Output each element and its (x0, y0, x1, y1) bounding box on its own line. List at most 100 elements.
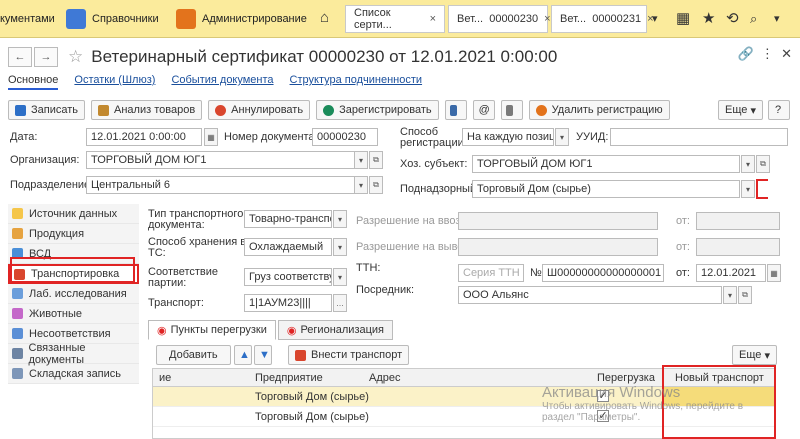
nav-lab[interactable]: Лаб. исследования (8, 284, 139, 304)
link-events[interactable]: События документа (171, 74, 273, 90)
podn-input[interactable]: Торговый Дом (сырье) (472, 180, 740, 198)
linked-docs-icon (12, 348, 23, 359)
open-icon[interactable]: ⧉ (369, 151, 383, 169)
close-icon[interactable]: ✕ (781, 46, 792, 61)
at-icon: @ (478, 104, 490, 116)
favorite-star-icon[interactable]: ☆ (68, 47, 83, 67)
storage-select[interactable]: Охлаждаемый (244, 238, 332, 256)
date-input[interactable]: 12.01.2021 0:00:00 (86, 128, 202, 146)
agent-input[interactable]: ООО Альянс (458, 286, 722, 304)
location-icon: ◉ (286, 324, 297, 337)
open-icon[interactable]: ⧉ (369, 176, 383, 194)
search-icon[interactable]: ⌕ (750, 11, 757, 27)
more-label: Еще (725, 104, 748, 116)
more-vertical-icon[interactable]: ⋮ (761, 46, 774, 61)
cancel-icon (215, 104, 227, 116)
printer-icon (505, 104, 513, 116)
delete-registration-button[interactable]: Удалить регистрацию (528, 100, 670, 120)
nav-label: Связанные документы (28, 341, 86, 366)
help-button[interactable]: ? (768, 100, 790, 120)
tab-regionalization[interactable]: ◉ Регионализация (277, 320, 394, 340)
section-documents[interactable]: кументами (0, 0, 55, 38)
chevron-down-icon[interactable]: ▾ (354, 151, 368, 169)
link-structure[interactable]: Структура подчиненности (290, 74, 423, 90)
nav-related-docs[interactable]: Связанные документы (8, 341, 139, 366)
div-input[interactable]: Центральный 6 (86, 176, 362, 194)
more-button[interactable]: Еще ▾ (718, 100, 763, 120)
ttn-from-label: от: (676, 267, 690, 279)
lab-icon (12, 288, 23, 299)
section-admin[interactable]: Администрирование (176, 0, 307, 38)
import-from-label: от: (676, 215, 690, 227)
chevron-down-icon[interactable]: ▾ (333, 238, 347, 256)
div-label: Подразделение: (10, 179, 94, 191)
history-icon[interactable]: ⟲ (726, 9, 739, 27)
forward-button[interactable]: → (34, 47, 58, 67)
chevron-down-icon[interactable]: ▾ (741, 155, 755, 173)
nav-products[interactable]: Продукция (8, 224, 139, 244)
docnum-input[interactable]: 00000230 (312, 128, 378, 146)
link-icon[interactable]: 🔗 (737, 46, 753, 61)
org-input[interactable]: ТОРГОВЫЙ ДОМ ЮГ1 (86, 151, 362, 169)
nav-animals[interactable]: Животные (8, 304, 139, 324)
save-button[interactable]: Записать (8, 100, 86, 120)
mismatch-icon (12, 328, 23, 339)
move-down-button[interactable]: ▼ (254, 345, 272, 365)
tab-cert-231[interactable]: Вет... 00000231 × (551, 5, 654, 33)
home-icon[interactable]: ⌂ (320, 9, 329, 26)
back-button[interactable]: ← (8, 47, 32, 67)
insert-transport-button[interactable]: Внести транспорт (288, 345, 410, 365)
tab-label: Список серти... (354, 7, 392, 31)
select-dots-icon[interactable]: … (333, 294, 347, 312)
register-label: Зарегистрировать (339, 104, 432, 116)
chevron-down-icon[interactable]: ▾ (333, 268, 347, 286)
link-balances[interactable]: Остатки (Шлюз) (74, 74, 155, 90)
ttn-date-input[interactable]: 12.01.2021 (696, 264, 766, 282)
nav-warehouse[interactable]: Складская запись (8, 364, 139, 384)
ttn-series-input[interactable]: Серия ТТН (458, 264, 524, 282)
chevron-down-icon[interactable]: ▾ (354, 176, 368, 194)
match-select[interactable]: Груз соответствует (244, 268, 332, 286)
close-icon[interactable]: × (430, 13, 436, 25)
menu-dropdown-icon[interactable]: ▾ (774, 12, 780, 25)
tab-certificates-list[interactable]: Список серти... × (345, 5, 445, 33)
open-icon[interactable]: ⧉ (756, 155, 770, 173)
nav-label: Несоответствия (29, 327, 111, 340)
open-icon[interactable]: ⧉ (738, 286, 752, 304)
print-button[interactable] (500, 100, 523, 120)
tab-transfer-points[interactable]: ◉ Пункты перегрузки (148, 320, 276, 340)
chevron-down-icon[interactable]: ▾ (741, 180, 755, 198)
user-button[interactable] (444, 100, 467, 120)
section-catalogs[interactable]: Справочники (66, 0, 159, 38)
grid-menu-icon[interactable]: ▦ (676, 9, 690, 27)
calendar-icon[interactable]: ▦ (204, 128, 218, 146)
register-button[interactable]: Зарегистрировать (316, 100, 439, 120)
grid-more-button[interactable]: Еще ▾ (732, 345, 777, 365)
favorites-icon[interactable]: ★ (702, 9, 715, 27)
chevron-down-icon[interactable]: ▾ (723, 286, 737, 304)
tabs-dropdown-icon[interactable]: ▾ (652, 12, 658, 25)
move-up-button[interactable]: ▲ (234, 345, 252, 365)
uuid-input[interactable] (610, 128, 788, 146)
tab-label: Регионализация (300, 324, 385, 336)
add-button[interactable]: Добавить (156, 345, 231, 365)
tab-label: Пункты перегрузки (170, 324, 267, 336)
chevron-down-icon[interactable]: ▾ (333, 210, 347, 228)
ttn-number-input[interactable]: Ш00000000000000001 (542, 264, 664, 282)
hoz-input[interactable]: ТОРГОВЫЙ ДОМ ЮГ1 (472, 155, 740, 173)
export-permit-label: Разрешение на вывоз: (356, 241, 472, 253)
analysis-button[interactable]: Анализ товаров (91, 100, 203, 120)
vehicle-input[interactable]: 1|1АУМ23|||| (244, 294, 332, 312)
annul-button[interactable]: Аннулировать (208, 100, 311, 120)
section-admin-label: Администрирование (202, 13, 307, 25)
method-select[interactable]: На каждую позици (462, 128, 554, 146)
link-main[interactable]: Основное (8, 74, 59, 90)
email-button[interactable]: @ (472, 100, 495, 120)
chevron-down-icon[interactable]: ▾ (555, 128, 569, 146)
close-icon[interactable]: × (544, 13, 550, 25)
transport-doc-type-select[interactable]: Товарно-транспорт (244, 210, 332, 228)
analysis-label: Анализ товаров (114, 104, 196, 116)
calendar-icon[interactable]: ▦ (767, 264, 781, 282)
tab-cert-230[interactable]: Вет... 00000230 × (448, 5, 551, 33)
nav-data-source[interactable]: Источник данных (8, 204, 139, 224)
